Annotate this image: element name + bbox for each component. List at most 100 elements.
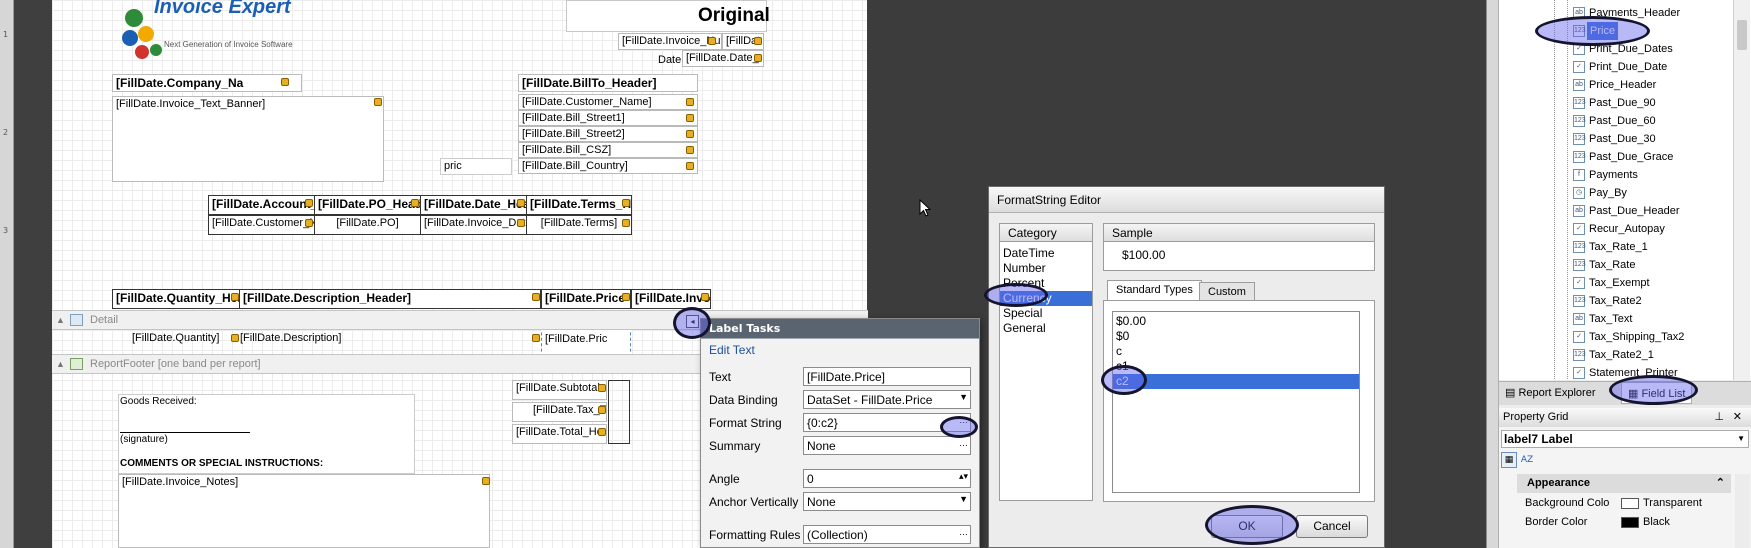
ellipsis-icon[interactable]: … [959, 527, 968, 537]
field-list-item[interactable]: 123 Price [1573, 22, 1743, 40]
field-po[interactable]: [FillDate.PO] [314, 215, 421, 235]
angle-spinner[interactable]: 0 ▴▾ [803, 469, 971, 488]
field-bill-street2[interactable]: [FillDate.Bill_Street2] [518, 126, 698, 142]
smart-tag-icon[interactable] [281, 78, 289, 86]
tab-report-explorer[interactable]: ▤ Report Explorer [1505, 382, 1596, 404]
field-invoice-dat[interactable]: [FillDate.Invoice_Dat [420, 215, 527, 235]
field-po-header[interactable]: [FillDate.PO_Head [314, 195, 421, 215]
smart-tag-icon[interactable] [686, 162, 694, 170]
object-selector[interactable]: label7 Label ▼ [1501, 430, 1749, 448]
smart-tag-icon[interactable] [532, 334, 540, 342]
field-price-selected[interactable]: [FillDate.Pric [541, 327, 631, 357]
field-invoice-text-banner[interactable]: [FillDate.Invoice_Text_Banner] [112, 96, 384, 182]
field-list-item[interactable]: 123 Past_Due_Grace [1573, 148, 1743, 166]
field-tax-text[interactable]: [FillDate.Tax_Tex [512, 402, 607, 422]
property-scrollbar[interactable] [1735, 474, 1750, 548]
field-list-item[interactable]: 123 Past_Due_60 [1573, 112, 1743, 130]
field-company-name[interactable]: [FillDate.Company_Na [112, 74, 302, 92]
chevron-down-icon[interactable]: ▼ [959, 392, 968, 402]
field-bill-country[interactable]: [FillDate.Bill_Country] [518, 158, 698, 174]
type-item[interactable]: c1 [1113, 359, 1359, 374]
field-invo-header[interactable]: [FillDate.Invo [631, 289, 711, 309]
category-item[interactable]: Number [1000, 261, 1092, 276]
smart-tag-icon[interactable] [686, 130, 694, 138]
field-customer-n[interactable]: [FillDate.Customer_N [208, 215, 315, 235]
field-list-item[interactable]: ✓ Print_Due_Date [1573, 58, 1743, 76]
totals-value-column[interactable] [608, 380, 630, 444]
collapse-arrow-icon[interactable]: ▲ [56, 355, 65, 373]
smart-tag-icon[interactable] [622, 293, 630, 301]
field-invoice-notes[interactable]: [FillDate.Invoice_Notes] [118, 474, 490, 548]
categorized-icon[interactable]: ▦ [1501, 452, 1517, 468]
field-quantity[interactable]: [FillDate.Quantity] [132, 332, 219, 344]
field-description[interactable]: [FillDate.Description] [240, 332, 341, 344]
collapse-icon[interactable]: ⌃ [1716, 474, 1725, 493]
smart-tag-icon[interactable] [231, 334, 239, 342]
collapse-arrow-icon[interactable]: ▲ [56, 311, 65, 329]
smart-tag-icon[interactable] [305, 219, 313, 227]
data-binding-select[interactable]: DataSet - FillDate.Price ▼ [803, 390, 971, 409]
ok-button[interactable]: OK [1211, 515, 1283, 538]
pin-icon[interactable]: ⊥ [1714, 408, 1724, 427]
tab-standard-types[interactable]: Standard Types [1107, 280, 1202, 301]
smart-tag-icon[interactable] [482, 477, 490, 485]
field-price-header[interactable]: [FillDate.Price [541, 289, 631, 309]
chevron-down-icon[interactable]: ▼ [959, 494, 968, 504]
smart-tag-button-icon[interactable]: ◂ [686, 315, 699, 328]
type-item-selected[interactable]: c2 [1113, 374, 1359, 389]
field-invoice-num[interactable]: [FillDate.Invoice_Nu [618, 33, 722, 50]
smart-tag-icon[interactable] [517, 219, 525, 227]
field-list-item[interactable]: ✓ Print_Due_Dates [1573, 40, 1743, 58]
smart-tag-icon[interactable] [701, 293, 709, 301]
close-icon[interactable]: ✕ [1733, 408, 1742, 427]
field-list-item[interactable]: ab Price_Header [1573, 76, 1743, 94]
type-item[interactable]: $0.00 [1113, 314, 1359, 329]
smart-tag-icon[interactable] [598, 384, 606, 392]
formatting-rules-input[interactable]: (Collection)… [803, 525, 971, 544]
category-item-selected[interactable]: Currency [1000, 291, 1092, 306]
field-list-item[interactable]: ab Tax_Text [1573, 310, 1743, 328]
field-quantity-header[interactable]: [FillDate.Quantity_Hea [112, 289, 240, 309]
field-customer-name[interactable]: [FillDate.Customer_Name] [518, 94, 698, 110]
appearance-section[interactable]: Appearance ⌃ [1517, 474, 1731, 493]
field-subtotal[interactable]: [FillDate.Subtotal [512, 380, 607, 400]
smart-tag-icon[interactable] [517, 199, 525, 207]
field-date[interactable]: [FillDate.Date_ [682, 50, 764, 67]
smart-tag-icon[interactable] [598, 428, 606, 436]
sort-az-icon[interactable]: AZ [1519, 452, 1535, 468]
field-total-header[interactable]: [FillDate.Total_He [512, 424, 607, 444]
smart-tag-icon[interactable] [708, 37, 716, 45]
smart-tag-icon[interactable] [622, 219, 630, 227]
smart-tag-icon[interactable] [374, 98, 382, 106]
field-list-item[interactable]: ✓ Statement_Printer [1573, 364, 1743, 382]
cancel-button[interactable]: Cancel [1296, 515, 1368, 538]
smart-tag-icon[interactable] [754, 54, 762, 62]
field-list-item[interactable]: ab Payments_Header [1573, 4, 1743, 22]
field-date-header[interactable]: [FillDate.Date_Hea [420, 195, 527, 215]
field-terms[interactable]: [FillDate.Terms] [526, 215, 632, 235]
smart-tag-icon[interactable] [305, 199, 313, 207]
field-list-item[interactable]: 123 Tax_Rate [1573, 256, 1743, 274]
smart-tag-icon[interactable] [598, 406, 606, 414]
ellipsis-icon[interactable]: … [959, 415, 968, 425]
category-item[interactable]: DateTime [1000, 246, 1092, 261]
smart-tag-icon[interactable] [686, 146, 694, 154]
property-background-color[interactable]: Background Colo Transparent [1517, 494, 1737, 513]
field-account-header[interactable]: [FillDate.Account_ [208, 195, 315, 215]
smart-tag-icon[interactable] [754, 37, 762, 45]
smart-tag-icon[interactable] [411, 199, 419, 207]
smart-tag-icon[interactable] [686, 98, 694, 106]
field-terms-header[interactable]: [FillDate.Terms_H [526, 195, 632, 215]
type-item[interactable]: $0 [1113, 329, 1359, 344]
field-list-item[interactable]: ✓ Tax_Exempt [1573, 274, 1743, 292]
field-list-item[interactable]: 123 Past_Due_30 [1573, 130, 1743, 148]
chevron-down-icon[interactable]: ▼ [1737, 431, 1745, 447]
field-description-header[interactable]: [FillDate.Description_Header] [239, 289, 541, 309]
field-list-item[interactable]: 123 Past_Due_90 [1573, 94, 1743, 112]
field-list-item[interactable]: ✓ Recur_Autopay [1573, 220, 1743, 238]
edit-text-link[interactable]: Edit Text [701, 339, 979, 361]
smart-tag-icon[interactable] [622, 199, 630, 207]
summary-input[interactable]: None… [803, 436, 971, 455]
category-item[interactable]: Special [1000, 306, 1092, 321]
spinner-arrows-icon[interactable]: ▴▾ [959, 471, 968, 482]
